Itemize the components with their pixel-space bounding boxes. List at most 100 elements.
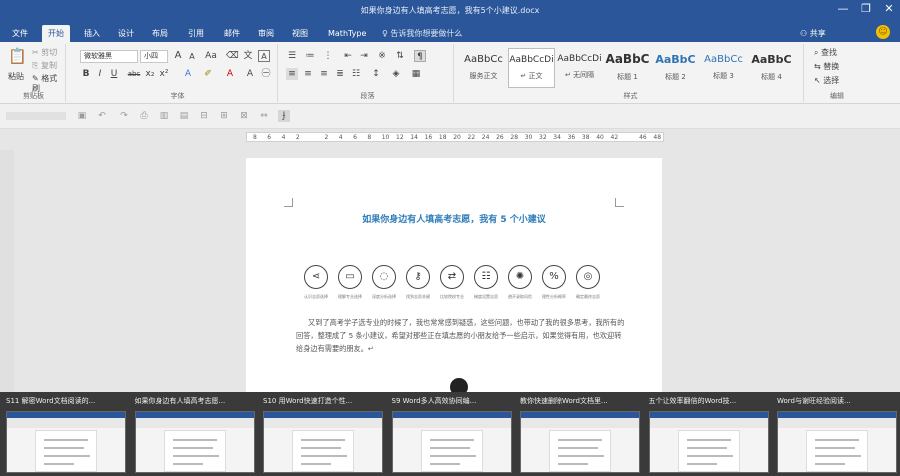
bullets-icon[interactable]: ☰ [286, 50, 298, 62]
minimize-button[interactable]: — [832, 2, 854, 15]
select-button[interactable]: ↖ 选择 [814, 76, 839, 86]
tell-me-box[interactable]: ♀ 告诉我你想要做什么 [382, 25, 462, 42]
virus-icon: ✺ [508, 265, 532, 289]
cut-button[interactable]: ✂ 剪切 [32, 48, 57, 58]
style-service-body[interactable]: AaBbCc 服务正文 [460, 48, 507, 88]
icon-caption: 认识志愿选择 [304, 294, 328, 299]
style-heading-4[interactable]: AaBbC 标题 4 [748, 48, 795, 88]
ruler-number: 38 [581, 134, 590, 141]
tab-design[interactable]: 设计 [112, 25, 140, 42]
char-shading-icon[interactable]: A [244, 68, 256, 80]
close-button[interactable]: ✕ [878, 2, 900, 15]
borders-icon[interactable]: ▦ [410, 68, 422, 80]
char-border-icon[interactable]: A [258, 50, 270, 62]
tab-insert[interactable]: 插入 [78, 25, 106, 42]
cut-label: 剪切 [41, 48, 58, 57]
align-left-icon[interactable]: ≡ [286, 68, 298, 80]
phonetic-icon[interactable]: 文 [242, 50, 254, 62]
redo-icon[interactable]: ↷ [118, 110, 130, 122]
replace-button[interactable]: ⇆ 替换 [814, 62, 839, 72]
arrows-icon[interactable]: ⇔ [258, 110, 270, 122]
underline-button[interactable]: U [108, 68, 120, 80]
save-icon[interactable]: ▣ [76, 110, 88, 122]
ruler-number: 2 [295, 134, 300, 141]
style-no-spacing[interactable]: AaBbCcDi ↵ 无间隔 [556, 48, 603, 88]
align-center-icon[interactable]: ≡ [302, 68, 314, 80]
style-heading-1[interactable]: AaBbC 标题 1 [604, 48, 651, 88]
page-icon[interactable]: ▤ [178, 110, 190, 122]
multilevel-list-icon[interactable]: ⋮ [322, 50, 334, 62]
shading-icon[interactable]: ◈ [390, 68, 402, 80]
taskbar-thumbnail[interactable]: 五个让效率翻倍的Word技... [648, 395, 769, 475]
distributed-icon[interactable]: ☷ [350, 68, 362, 80]
preview-ribbon [7, 418, 125, 428]
italic-button[interactable]: I [94, 68, 106, 80]
columns-icon[interactable]: ⊠ [238, 110, 250, 122]
layout-icon[interactable]: ▥ [158, 110, 170, 122]
font-color-icon[interactable]: A [224, 68, 236, 80]
style-preview: AaBbC [655, 53, 696, 66]
style-box-placeholder[interactable] [6, 112, 66, 120]
tab-review[interactable]: 审阅 [252, 25, 280, 42]
replace-label: 替换 [823, 62, 840, 71]
horizontal-ruler[interactable]: 8 6 4 2 2 4 6 8 10 12 14 16 18 20 22 24 26 28 30 32 34 36 38 40… [246, 132, 664, 142]
undo-icon[interactable]: ↶ [96, 110, 108, 122]
style-heading-2[interactable]: AaBbC 标题 2 [652, 48, 699, 88]
preview-line [429, 447, 470, 449]
chinese-layout-icon[interactable]: ※ [376, 50, 388, 62]
grow-font-button[interactable]: A [172, 50, 184, 62]
highlight-icon[interactable]: ✐ [202, 68, 214, 80]
style-heading-3[interactable]: AaBbCc 标题 3 [700, 48, 747, 88]
find-button[interactable]: ⌕ 查找 [814, 48, 837, 58]
bold-button[interactable]: B [80, 68, 92, 80]
tab-layout[interactable]: 布局 [146, 25, 174, 42]
tab-mathtype[interactable]: MathType [322, 25, 372, 42]
increase-indent-icon[interactable]: ⇥ [358, 50, 370, 62]
print-icon[interactable]: ⎙ [138, 110, 150, 122]
numbering-icon[interactable]: ≔ [304, 50, 316, 62]
paste-button[interactable]: 粘贴 [8, 72, 24, 82]
copy-button[interactable]: ⎘ 复制 [32, 61, 57, 71]
tab-home[interactable]: 开始 [42, 25, 70, 42]
table-icon[interactable]: ⊞ [218, 110, 230, 122]
font-name-select[interactable]: 微软雅黑 [80, 50, 138, 63]
share-button[interactable]: ⚇ 共享 [800, 25, 826, 42]
shrink-font-button[interactable]: A [186, 51, 198, 63]
taskbar-thumbnail[interactable]: S11 解密Word文档阅读的... [6, 395, 126, 475]
taskbar-thumbnail[interactable]: 如果你身边有人填高考志愿... [134, 395, 255, 475]
subscript-button[interactable]: x₂ [144, 68, 156, 80]
taskbar-thumbnail[interactable]: S9 Word多人高效协同编... [391, 395, 512, 475]
vertical-ruler[interactable] [0, 150, 14, 395]
feedback-smile-icon[interactable]: ☺ [876, 25, 890, 39]
taskbar-thumbnail[interactable]: 教你快速删除Word文档里... [520, 395, 640, 475]
style-normal[interactable]: AaBbCcDi ↵ 正文 [508, 48, 555, 88]
enclose-char-icon[interactable]: ㊀ [260, 68, 272, 80]
sort-icon[interactable]: ⇅ [394, 50, 406, 62]
tab-mailings[interactable]: 邮件 [218, 25, 246, 42]
decrease-indent-icon[interactable]: ⇤ [342, 50, 354, 62]
justify-icon[interactable]: ≣ [334, 68, 346, 80]
document-page[interactable]: 如果你身边有人填高考志愿，我有 5 个小建议 ⋖ 认识志愿选择 ▭ 理解专业选择 ◌ 深度… [246, 158, 662, 398]
strikethrough-button[interactable]: abc [126, 68, 142, 80]
taskbar-thumbnail[interactable]: S10 用Word快速打造个性... [263, 395, 383, 475]
superscript-button[interactable]: x² [158, 68, 170, 80]
taskbar-thumbnail[interactable]: Word与谢旺经验阅读... [777, 395, 897, 475]
tab-references[interactable]: 引用 [182, 25, 210, 42]
line-spacing-icon[interactable]: ↕ [370, 68, 382, 80]
format-icon[interactable]: Ɉ [278, 110, 290, 122]
text-effects-icon[interactable]: A [182, 68, 194, 80]
align-right-icon[interactable]: ≡ [318, 68, 330, 80]
preview-icon[interactable]: ⊟ [198, 110, 210, 122]
preview-line [429, 455, 476, 457]
paste-icon[interactable]: 📋 [8, 49, 27, 70]
style-name: 标题 3 [713, 72, 734, 80]
tab-file[interactable]: 文件 [6, 25, 34, 42]
font-size-select[interactable]: 小四 [140, 50, 168, 63]
restore-button[interactable]: ❐ [855, 2, 877, 15]
icon-caption: 避开录取风险 [508, 294, 532, 299]
clear-format-icon[interactable]: ⌫ [226, 50, 239, 62]
tab-view[interactable]: 视图 [286, 25, 314, 42]
show-marks-icon[interactable]: ¶ [414, 50, 426, 62]
change-case-button[interactable]: Aa [202, 50, 220, 62]
preview-ribbon [649, 418, 768, 428]
